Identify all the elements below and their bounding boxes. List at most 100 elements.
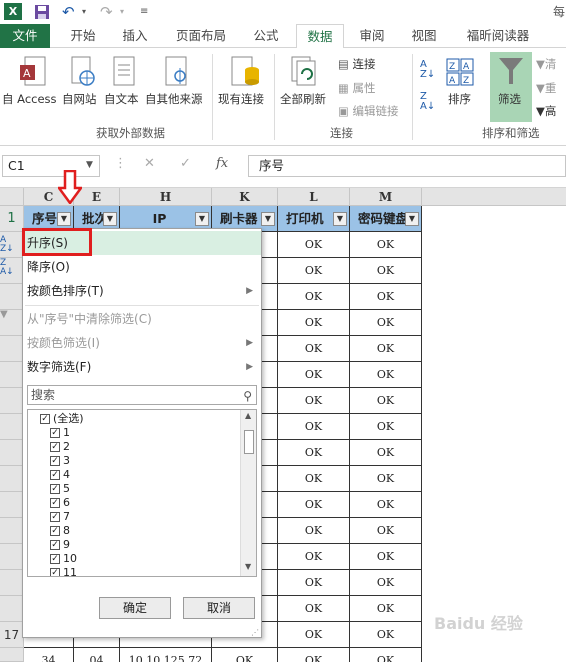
filter-dropdown-icon[interactable]: ▼ xyxy=(405,212,419,226)
table-cell[interactable]: OK xyxy=(278,336,350,362)
row-header[interactable] xyxy=(0,362,24,388)
resize-grip-icon[interactable]: ⋰ xyxy=(251,628,259,637)
tab-formulas[interactable]: 公式 xyxy=(244,24,288,48)
row-header[interactable] xyxy=(0,596,24,622)
from-text-button[interactable]: 自文本 xyxy=(104,91,139,107)
table-cell[interactable]: OK xyxy=(350,622,422,648)
row-header-17[interactable]: 17 xyxy=(0,622,24,648)
filter-value-item[interactable]: ✓ 5 xyxy=(50,482,70,496)
from-access-button[interactable]: 自 Access xyxy=(2,91,57,107)
redo-icon[interactable]: ↷ xyxy=(100,3,113,21)
table-cell[interactable]: OK xyxy=(350,284,422,310)
filter-button[interactable]: 筛选 xyxy=(490,52,532,122)
table-cell[interactable]: OK xyxy=(350,596,422,622)
clear-filter-item[interactable]: 从"序号"中清除筛选(C) xyxy=(23,307,261,331)
scroll-thumb[interactable] xyxy=(244,430,254,454)
tab-review[interactable]: 审阅 xyxy=(350,24,394,48)
advanced-filter-button[interactable]: ▼高 xyxy=(536,103,556,119)
existing-connections-button[interactable]: 现有连接 xyxy=(218,91,264,107)
sort-z-to-a-icon[interactable]: Z A↓ xyxy=(420,92,435,112)
table-cell[interactable]: OK xyxy=(278,570,350,596)
filter-value-item[interactable]: ✓ 4 xyxy=(50,468,70,482)
from-web-button[interactable]: 自网站 xyxy=(62,91,97,107)
row-header[interactable] xyxy=(0,388,24,414)
table-cell[interactable]: OK xyxy=(278,310,350,336)
table-cell[interactable]: OK xyxy=(278,622,350,648)
table-cell[interactable]: OK xyxy=(278,440,350,466)
table-cell[interactable]: OK xyxy=(350,570,422,596)
filter-value-item[interactable]: ✓ 9 xyxy=(50,538,70,552)
scroll-down-icon[interactable]: ▼ xyxy=(245,562,251,571)
formula-input[interactable]: 序号 xyxy=(248,155,566,177)
filter-value-item[interactable]: ✓ 6 xyxy=(50,496,70,510)
connections-button[interactable]: ▤ 连接 xyxy=(338,56,376,72)
filter-dropdown-icon[interactable]: ▼ xyxy=(103,212,117,226)
scroll-up-icon[interactable]: ▲ xyxy=(245,411,251,420)
table-cell[interactable]: OK xyxy=(350,492,422,518)
filter-value-item[interactable]: ✓ 8 xyxy=(50,524,70,538)
undo-dropdown-icon[interactable]: ▾ xyxy=(82,3,86,21)
clear-filter-button[interactable]: ▼清 xyxy=(536,56,556,72)
filter-dropdown-icon[interactable]: ▼ xyxy=(333,212,347,226)
row-header-18[interactable] xyxy=(0,648,24,662)
edit-links-button[interactable]: ▣ 编辑链接 xyxy=(338,103,399,119)
table-cell[interactable]: OK xyxy=(350,544,422,570)
row-header[interactable] xyxy=(0,414,24,440)
row-header[interactable] xyxy=(0,336,24,362)
column-header-l[interactable]: L xyxy=(278,188,350,206)
column-header-h[interactable]: H xyxy=(120,188,212,206)
tab-file[interactable]: 文件 xyxy=(0,24,50,48)
header-cell-printer[interactable]: 打印机 ▼ xyxy=(278,206,350,232)
cancel-button[interactable]: 取消 xyxy=(183,597,255,619)
table-cell[interactable]: OK xyxy=(278,466,350,492)
filter-value-item[interactable]: ✓ 3 xyxy=(50,454,70,468)
table-cell[interactable]: OK xyxy=(350,388,422,414)
tab-data[interactable]: 数据 xyxy=(296,24,344,49)
filter-value-item[interactable]: ✓ 2 xyxy=(50,440,70,454)
table-cell[interactable]: OK xyxy=(278,544,350,570)
table-cell[interactable]: OK xyxy=(350,466,422,492)
table-cell[interactable]: OK xyxy=(350,232,422,258)
confirm-entry-icon[interactable]: ✓ xyxy=(180,156,191,171)
tab-foxit-reader[interactable]: 福昕阅读器 xyxy=(456,24,540,48)
table-cell[interactable]: OK xyxy=(212,648,278,662)
redo-dropdown-icon[interactable]: ▾ xyxy=(120,3,124,21)
sort-descending-item[interactable]: 降序(O) xyxy=(23,255,261,279)
column-header-m[interactable]: M xyxy=(350,188,422,206)
sort-button[interactable]: 排序 xyxy=(448,91,471,107)
column-header-k[interactable]: K xyxy=(212,188,278,206)
table-cell[interactable]: OK xyxy=(278,284,350,310)
filter-value-item[interactable]: ✓ 1 xyxy=(50,426,70,440)
row-header[interactable] xyxy=(0,492,24,518)
tab-view[interactable]: 视图 xyxy=(402,24,446,48)
list-scrollbar[interactable]: ▲ ▼ xyxy=(240,410,256,576)
filter-dropdown-icon[interactable]: ▼ xyxy=(57,212,71,226)
table-cell[interactable]: OK xyxy=(278,414,350,440)
table-cell[interactable]: OK xyxy=(350,440,422,466)
table-cell[interactable]: OK xyxy=(278,596,350,622)
filter-value-list[interactable]: ✓ (全选) ✓ 1 ✓ 2 ✓ 3 ✓ 4 ✓ 5 ✓ 6 ✓ 7 ✓ 8 ✓ 9 ✓ 10 ✓ 11 ▲ ▼ xyxy=(27,409,257,577)
table-cell[interactable]: OK xyxy=(350,336,422,362)
table-cell[interactable]: OK xyxy=(350,518,422,544)
cancel-entry-icon[interactable]: ✕ xyxy=(144,156,155,171)
ok-button[interactable]: 确定 xyxy=(99,597,171,619)
table-cell[interactable]: OK xyxy=(278,492,350,518)
row-header-1[interactable]: 1 xyxy=(0,206,24,232)
row-header[interactable] xyxy=(0,544,24,570)
number-filters-item[interactable]: 数字筛选(F) ▶ xyxy=(23,355,261,379)
filter-search-input[interactable]: 搜索 ⚲ xyxy=(27,385,257,405)
insert-function-icon[interactable]: fx xyxy=(216,156,228,171)
properties-button[interactable]: ▦ 属性 xyxy=(338,80,376,96)
tab-home[interactable]: 开始 xyxy=(58,24,108,48)
reapply-button[interactable]: ▼重 xyxy=(536,80,556,96)
tab-insert[interactable]: 插入 xyxy=(110,24,160,48)
table-cell[interactable]: OK xyxy=(278,362,350,388)
table-cell[interactable]: OK xyxy=(350,648,422,662)
refresh-all-button[interactable]: 全部刷新 xyxy=(280,91,326,107)
sort-a-to-z-icon[interactable]: A Z↓ xyxy=(420,60,435,80)
row-header[interactable] xyxy=(0,466,24,492)
table-cell[interactable]: OK xyxy=(278,388,350,414)
tab-page-layout[interactable]: 页面布局 xyxy=(166,24,236,48)
row-header[interactable] xyxy=(0,570,24,596)
header-cell-pin-pad[interactable]: 密码键盘 ▼ xyxy=(350,206,422,232)
